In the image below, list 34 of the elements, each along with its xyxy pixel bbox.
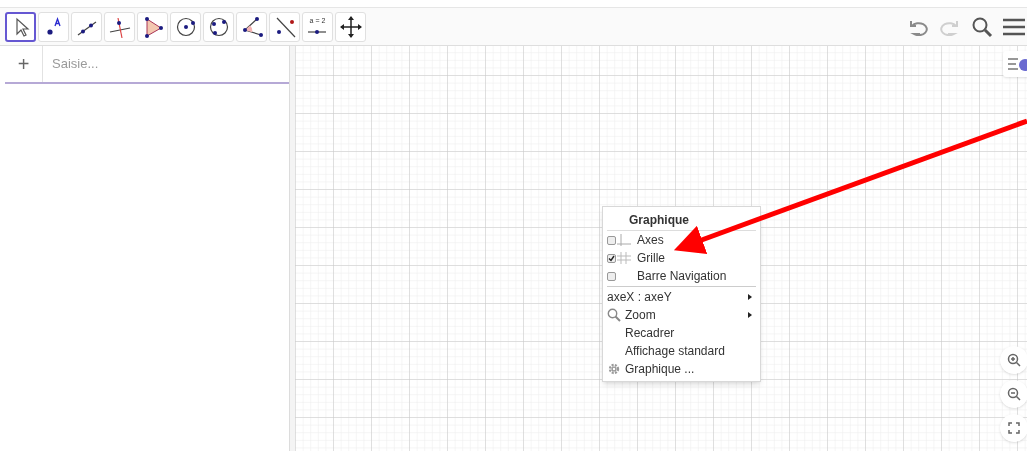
checkbox[interactable]	[607, 235, 616, 245]
menu-item-label: Affichage standard	[625, 343, 726, 360]
axes-icon	[617, 234, 631, 246]
menu-item-label: Graphique ...	[625, 361, 696, 378]
style-bar-icon	[1008, 57, 1027, 71]
menu-item[interactable]: Graphique ...	[603, 360, 760, 378]
menu-item-label: Barre Navigation	[637, 268, 728, 285]
menu-item[interactable]: Axes	[603, 231, 760, 249]
menu-item[interactable]: axeX : axeY	[603, 288, 760, 306]
menu-icon[interactable]	[1003, 16, 1025, 37]
submenu-arrow-icon	[748, 294, 752, 300]
menu-title: Graphique	[607, 210, 756, 231]
menu-item[interactable]: Barre Navigation	[603, 267, 760, 285]
slider-icon	[305, 28, 329, 35]
zoom-out-icon	[1007, 387, 1021, 401]
zoom-in-icon	[1007, 353, 1021, 367]
menu-item[interactable]: Recadrer	[603, 324, 760, 342]
checkbox[interactable]	[607, 271, 616, 281]
menu-item-label: axeX : axeY	[607, 289, 673, 306]
grid-icon	[617, 252, 631, 264]
fullscreen-icon	[1008, 422, 1020, 434]
gear-icon	[607, 362, 621, 376]
menu-item-label: Grille	[637, 250, 666, 267]
menu-item-label: Zoom	[625, 307, 657, 324]
menu-item[interactable]: Grille	[603, 249, 760, 267]
menu-item-label: Axes	[637, 232, 665, 249]
menu-item[interactable]: Affichage standard	[603, 342, 760, 360]
search-icon[interactable]	[971, 15, 993, 38]
menu-item-label: Recadrer	[625, 325, 676, 342]
checkbox[interactable]	[607, 253, 616, 263]
style-bar-toggle[interactable]	[1003, 51, 1027, 77]
search-icon	[607, 308, 621, 322]
menu-item[interactable]: Zoom	[603, 306, 760, 324]
submenu-arrow-icon	[748, 312, 752, 318]
